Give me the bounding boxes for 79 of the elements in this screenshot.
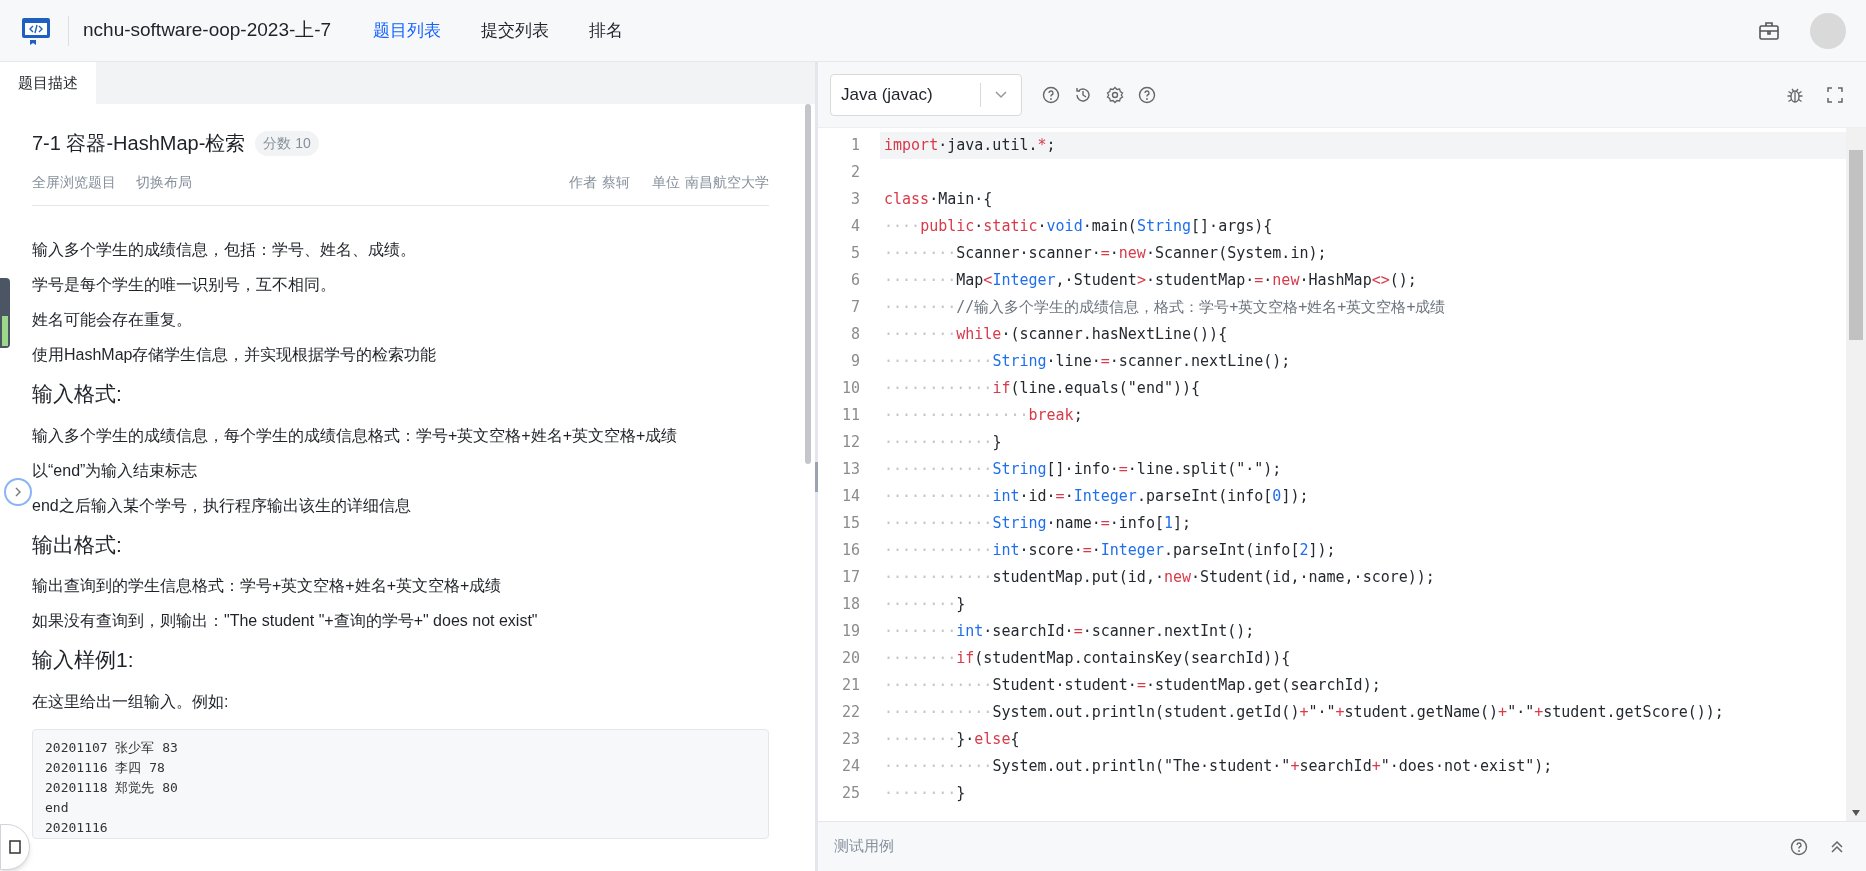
line-number: 13 [840, 459, 861, 481]
course-title: nchu-software-oop-2023-上-7 [83, 18, 332, 43]
line-number: 15 [840, 513, 861, 535]
nav-link[interactable]: 提交列表 [461, 17, 570, 44]
section-heading: 输入格式: [32, 381, 123, 407]
nav-link[interactable]: 题目列表 [353, 17, 462, 44]
line-number: 20 [840, 648, 861, 670]
code-text: ············int·id·=·Integer.parseInt(info[0]); [884, 486, 1309, 508]
paragraph: 输入多个学生的成绩信息，包括：学号、姓名、成绩。 [32, 240, 417, 260]
line-number: 11 [840, 405, 861, 427]
line-number: 5 [849, 243, 861, 265]
paragraph: 如果没有查询到，则输出："The student "+查询的学号+" does not exist" [32, 611, 539, 631]
code-text: ············studentMap.put(id,·new·Student(id,·name,·score)); [884, 567, 1435, 589]
code-line: 20201116 [45, 818, 109, 837]
code-line: 20201107 张少军 83 [45, 738, 179, 757]
paragraph: 输出查询到的学生信息格式：学号+英文空格+姓名+英文空格+成绩 [32, 576, 503, 596]
language-select[interactable]: Java (javac) [830, 73, 1022, 116]
meta-value: 蔡轲 [602, 173, 630, 192]
code-text: ············Student·student·=·studentMap.get(searchId); [884, 675, 1381, 697]
code-text: ········}·else{ [884, 729, 1020, 751]
code-text: ········} [884, 783, 966, 805]
code-text: import·java.util.*; [884, 135, 1056, 157]
line-number: 19 [840, 621, 861, 643]
paragraph: 学号是每个学生的唯一识别号，互不相同。 [32, 275, 337, 295]
code-text: ············String·line·=·scanner.nextLine(); [884, 351, 1291, 373]
line-number: 3 [849, 189, 861, 211]
code-text: ········while·(scanner.hasNextLine()){ [884, 324, 1228, 346]
code-text: ············String[]·info·=·line.split("·"); [884, 459, 1282, 481]
score-badge: 分数 10 [255, 130, 319, 156]
line-number: 1 [849, 135, 861, 157]
code-text: ············int·score·=·Integer.parseInt(info[2]); [884, 540, 1336, 562]
meta-value: 南昌航空大学 [685, 173, 769, 192]
line-number: 2 [849, 162, 861, 184]
line-number: 16 [840, 540, 861, 562]
code-text: ········//输入多个学生的成绩信息，格式：学号+英文空格+姓名+英文空格+成绩 [884, 297, 1446, 319]
code-text: ················break; [884, 405, 1083, 427]
line-number: 8 [849, 324, 861, 346]
paragraph: 姓名可能会存在重复。 [32, 310, 193, 330]
line-number: 23 [840, 729, 861, 751]
code-text: ············System.out.println(student.getId()+"·"+student.getName()+"·"+student.getScore()); [884, 702, 1724, 724]
line-number: 25 [840, 783, 861, 805]
code-text: ········} [884, 594, 966, 616]
meta-label: 作者 [569, 173, 597, 192]
code-text: ····public·static·void·main(String[]·args){ [884, 216, 1273, 238]
paragraph: end之后输入某个学号，执行程序输出该生的详细信息 [32, 495, 412, 516]
code-text: ············if(line.equals("end")){ [884, 378, 1201, 400]
meta-label: 单位 [652, 173, 680, 192]
code-text: class·Main·{ [884, 189, 993, 211]
paragraph: 在这里给出一组输入。例如: [32, 691, 230, 712]
paragraph: 以“end”为输入结束标志 [32, 460, 199, 481]
line-number: 21 [840, 675, 861, 697]
line-number: 24 [840, 756, 861, 778]
nav-link[interactable]: 排名 [569, 17, 644, 44]
code-line: end [45, 798, 70, 817]
line-number: 9 [849, 351, 861, 373]
code-text: ········int·searchId·=·scanner.nextInt(); [884, 621, 1255, 643]
section-heading: 输入样例1: [32, 647, 135, 673]
code-text: ········Scanner·scanner·=·new·Scanner(System.in); [884, 243, 1327, 265]
code-line: 20201116 李四 78 [45, 758, 166, 777]
code-text: ········if(studentMap.containsKey(searchId)){ [884, 648, 1291, 670]
code-line: 20201118 郑觉先 80 [45, 778, 179, 797]
code-text: ············System.out.println("The·student·"+searchId+"·does·not·exist"); [884, 756, 1553, 778]
line-number: 7 [849, 297, 861, 319]
line-number: 12 [840, 432, 861, 454]
line-number: 4 [849, 216, 861, 238]
paragraph: 输入多个学生的成绩信息，每个学生的成绩信息格式：学号+英文空格+姓名+英文空格+成绩 [32, 425, 679, 446]
line-number: 22 [840, 702, 861, 724]
line-number: 17 [840, 567, 861, 589]
line-number: 10 [840, 378, 861, 400]
paragraph: 使用HashMap存储学生信息，并实现根据学号的检索功能 [32, 345, 438, 365]
code-text: ············} [884, 432, 1002, 454]
code-text: ········Map<Integer,·Student>·studentMap·=·new·HashMap<>(); [884, 270, 1417, 292]
section-heading: 输出格式: [32, 531, 123, 558]
problem-title: 7-1 容器-HashMap-检索 [32, 131, 246, 156]
line-number: 14 [840, 486, 861, 508]
code-text: ············String·name·=·info[1]; [884, 513, 1192, 535]
line-number: 6 [849, 270, 861, 292]
line-number: 18 [840, 594, 861, 616]
tab[interactable]: 题目描述 [0, 62, 96, 104]
